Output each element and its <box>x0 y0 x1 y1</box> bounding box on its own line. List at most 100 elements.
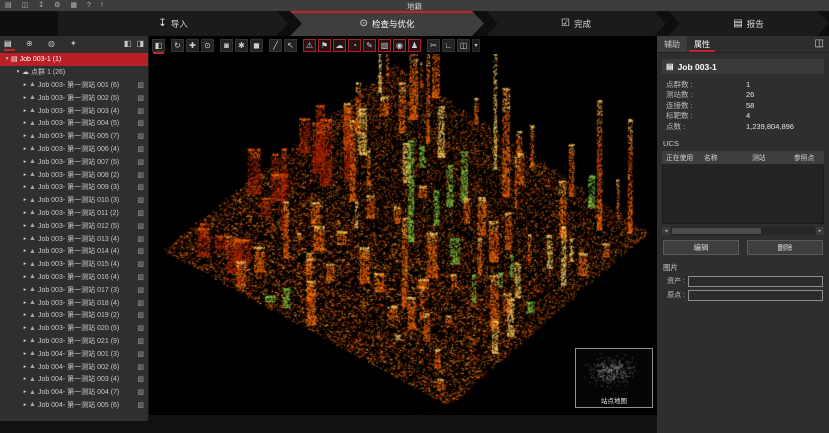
expander-icon[interactable]: ▸ <box>21 351 29 357</box>
tree-row-station[interactable]: ▸▲Job 004- 第一测站 005 (6)▧ <box>0 399 148 412</box>
station-image-icon[interactable]: ▧ <box>137 350 144 358</box>
tree-row-station[interactable]: ▸▲Job 003- 第一测站 006 (4)▧ <box>0 143 148 156</box>
tab-properties[interactable]: 属性 <box>687 36 717 52</box>
expander-icon[interactable]: ▸ <box>21 325 29 331</box>
tree-row-station[interactable]: ▸▲Job 003- 第一测站 008 (2)▧ <box>0 168 148 181</box>
expander-icon[interactable]: ▸ <box>21 364 29 370</box>
station-image-icon[interactable]: ▧ <box>137 196 144 204</box>
measure-tool-button[interactable]: ╱ <box>269 39 282 52</box>
station-image-icon[interactable]: ▧ <box>137 247 144 255</box>
scrollbar-track[interactable] <box>671 227 815 235</box>
station-image-icon[interactable]: ▧ <box>137 209 144 217</box>
tree-row-station[interactable]: ▸▲Job 003- 第一测站 005 (7)▧ <box>0 130 148 143</box>
tree-row-station[interactable]: ▸▲Job 003- 第一测站 001 (6)▧ <box>0 79 148 92</box>
ucs-table-body[interactable] <box>662 164 824 224</box>
station-image-icon[interactable]: ▧ <box>137 375 144 383</box>
scroll-left-arrow[interactable]: ◂ <box>662 227 670 235</box>
expander-icon[interactable]: ▸ <box>21 236 29 242</box>
station-image-icon[interactable]: ▧ <box>137 171 144 179</box>
scrollbar-thumb[interactable] <box>672 228 761 234</box>
workflow-step-1[interactable]: ↧导入 <box>58 11 288 36</box>
expander-icon[interactable]: ▸ <box>21 261 29 267</box>
select-tool-button[interactable]: ↖ <box>284 39 297 52</box>
tree-row-station[interactable]: ▸▲Job 003- 第一测站 002 (5)▧ <box>0 91 148 104</box>
tree-row-station[interactable]: ▸▲Job 003- 第一测站 013 (4)▧ <box>0 232 148 245</box>
expander-icon[interactable]: ▸ <box>21 197 29 203</box>
station-image-icon[interactable]: ▧ <box>137 158 144 166</box>
scroll-right-arrow[interactable]: ▸ <box>816 227 824 235</box>
tree-row-station[interactable]: ▸▲Job 004- 第一测站 004 (7)▧ <box>0 386 148 399</box>
station-image-icon[interactable]: ▧ <box>137 273 144 281</box>
station-image-icon[interactable]: ▧ <box>137 286 144 294</box>
expander-icon[interactable]: ▾ <box>14 69 22 75</box>
edit-button[interactable]: 编辑 <box>663 240 739 255</box>
expander-icon[interactable]: ▸ <box>21 172 29 178</box>
expander-icon[interactable]: ▸ <box>21 184 29 190</box>
expander-icon[interactable]: ▸ <box>21 402 29 408</box>
expander-icon[interactable]: ▸ <box>21 133 29 139</box>
tree-row-station[interactable]: ▸▲Job 003- 第一测站 019 (2)▧ <box>0 309 148 322</box>
tab-assist[interactable]: 辅助 <box>657 36 687 52</box>
pin-visibility-toggle[interactable]: ◉ <box>393 39 406 52</box>
layout-windows-icon[interactable]: ◫ <box>815 39 824 49</box>
links-tab[interactable]: ⊕ <box>26 40 48 48</box>
snapshot-tool-button[interactable]: ◫ <box>457 39 470 52</box>
target-visibility-toggle[interactable]: ◔ <box>348 39 361 52</box>
station-image-icon[interactable]: ▧ <box>137 299 144 307</box>
clip-tool-button[interactable]: ✂ <box>427 39 440 52</box>
tree-row-station[interactable]: ▸▲Job 004- 第一测站 003 (4)▧ <box>0 373 148 386</box>
tree-row-station[interactable]: ▸▲Job 003- 第一测站 017 (3)▧ <box>0 283 148 296</box>
station-image-icon[interactable]: ▧ <box>137 81 144 89</box>
cloud-visibility-toggle[interactable]: ☁ <box>333 39 346 52</box>
tree-row-station[interactable]: ▸▲Job 004- 第一测站 002 (6)▧ <box>0 360 148 373</box>
tree-row-pointgroup[interactable]: ▾ ☁ 点群 1 (26) <box>0 66 148 79</box>
tree-row-station[interactable]: ▸▲Job 003- 第一测站 004 (5)▧ <box>0 117 148 130</box>
tree-row-station[interactable]: ▸▲Job 003- 第一测站 018 (4)▧ <box>0 296 148 309</box>
views-tab[interactable]: ◍ <box>48 40 70 48</box>
station-image-icon[interactable]: ▧ <box>137 324 144 332</box>
station-image-icon[interactable]: ▧ <box>137 183 144 191</box>
asset-field-input[interactable] <box>688 276 823 287</box>
point-display-button[interactable]: ✱ <box>235 39 248 52</box>
expander-icon[interactable]: ▸ <box>21 338 29 344</box>
tree-row-station[interactable]: ▸▲Job 003- 第一测站 015 (4)▧ <box>0 258 148 271</box>
workflow-step-2[interactable]: ⊙检查与优化 <box>290 11 484 36</box>
pan-tool-button[interactable]: ✚ <box>186 39 199 52</box>
expander-icon[interactable]: ▸ <box>21 146 29 152</box>
expander-icon[interactable]: ▸ <box>21 376 29 382</box>
station-image-icon[interactable]: ▧ <box>137 222 144 230</box>
tree-row-station[interactable]: ▸▲Job 003- 第一测站 010 (3)▧ <box>0 194 148 207</box>
more-tools-button[interactable]: ▾ <box>472 39 480 52</box>
expander-icon[interactable]: ▸ <box>21 312 29 318</box>
station-image-icon[interactable]: ▧ <box>137 388 144 396</box>
tag-visibility-toggle[interactable]: ⚑ <box>318 39 331 52</box>
expander-icon[interactable]: ▾ <box>3 56 11 62</box>
station-image-icon[interactable]: ▧ <box>137 94 144 102</box>
station-image-icon[interactable]: ▧ <box>137 311 144 319</box>
tree-row-station[interactable]: ▸▲Job 003- 第一测站 009 (3)▧ <box>0 181 148 194</box>
station-image-icon[interactable]: ▧ <box>137 260 144 268</box>
polyline-tool-button[interactable]: ∟ <box>442 39 455 52</box>
tree-row-station[interactable]: ▸▲Job 004- 第一测站 001 (3)▧ <box>0 347 148 360</box>
expander-icon[interactable]: ▸ <box>21 274 29 280</box>
image-visibility-toggle[interactable]: ▧ <box>378 39 391 52</box>
expander-icon[interactable]: ▸ <box>21 223 29 229</box>
tree-row-station[interactable]: ▸▲Job 003- 第一测站 007 (5)▧ <box>0 155 148 168</box>
expander-icon[interactable]: ▸ <box>21 210 29 216</box>
station-image-icon[interactable]: ▧ <box>137 107 144 115</box>
delete-button[interactable]: 删除 <box>747 240 823 255</box>
site-minimap[interactable]: 站点地图 <box>575 348 653 408</box>
tree-row-station[interactable]: ▸▲Job 003- 第一测站 003 (4)▧ <box>0 104 148 117</box>
station-image-icon[interactable]: ▧ <box>137 337 144 345</box>
tree-row-station[interactable]: ▸▲Job 003- 第一测站 011 (2)▧ <box>0 207 148 220</box>
zoom-window-tool-button[interactable]: ⊙ <box>201 39 214 52</box>
flat-view-button[interactable]: ◼ <box>250 39 263 52</box>
expander-icon[interactable]: ▸ <box>21 300 29 306</box>
station-image-icon[interactable]: ▧ <box>137 401 144 409</box>
favorites-tab[interactable]: ✦ <box>70 40 92 48</box>
expander-icon[interactable]: ▸ <box>21 248 29 254</box>
expander-icon[interactable]: ▸ <box>21 108 29 114</box>
workflow-step-4[interactable]: ▤报告 <box>668 11 829 36</box>
station-image-icon[interactable]: ▧ <box>137 363 144 371</box>
station-image-icon[interactable]: ▧ <box>137 119 144 127</box>
